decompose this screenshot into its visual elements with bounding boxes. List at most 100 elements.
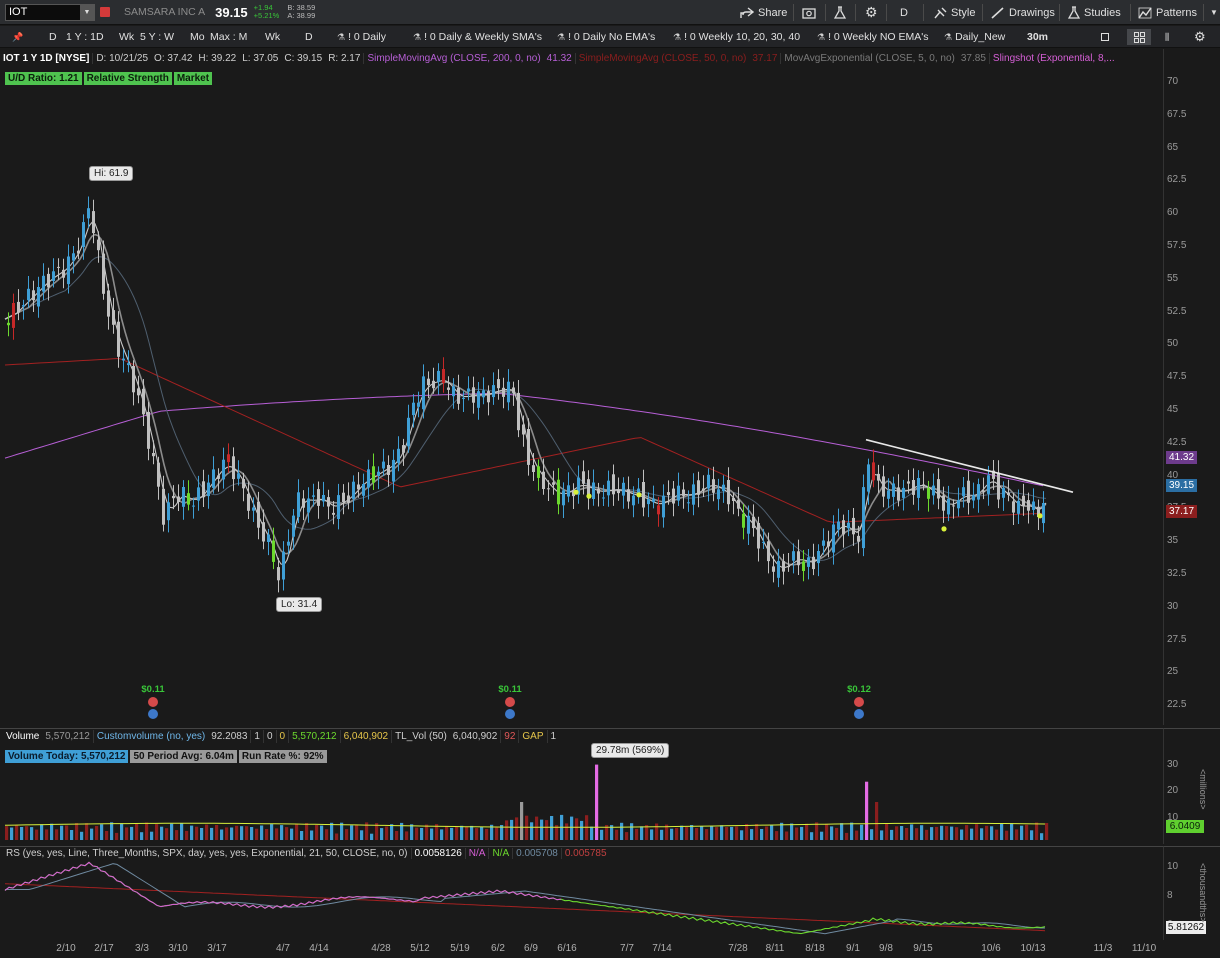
- volume-bar: [660, 829, 664, 840]
- slingshot-label[interactable]: Slingshot (Exponential, 8,...: [990, 53, 1118, 64]
- period-d-button[interactable]: D: [49, 29, 57, 45]
- period-5y-button[interactable]: 5 Y : W: [140, 29, 174, 45]
- volume-bar: [835, 827, 839, 840]
- field-2: 0: [264, 730, 277, 743]
- price-axis[interactable]: 7067.56562.56057.55552.55047.54542.54037…: [1163, 49, 1220, 725]
- time-axis-tick: 5/19: [450, 943, 470, 954]
- volume-bar: [770, 824, 774, 840]
- candle-body: [532, 465, 535, 472]
- volume-bar: [1030, 830, 1034, 840]
- volume-bar: [700, 826, 704, 840]
- flask-button[interactable]: [830, 3, 850, 22]
- candle-body: [537, 466, 540, 478]
- volume-bar: [655, 823, 659, 840]
- market-tag[interactable]: Market: [173, 72, 213, 85]
- volume-bar: [260, 825, 264, 840]
- volume-bar: [205, 824, 209, 840]
- period-1y-button[interactable]: 1 Y : 1D: [66, 29, 104, 45]
- volume-bar: [745, 824, 749, 840]
- volume-bar: [185, 830, 189, 840]
- more-button[interactable]: ▼: [1206, 3, 1220, 22]
- candle-body: [162, 488, 165, 525]
- volume-bar: [885, 823, 889, 840]
- study-set-3[interactable]: ⚗! 0 Weekly 10, 20, 30, 40: [673, 29, 800, 45]
- timeframe-button[interactable]: D: [896, 3, 912, 22]
- period-max-button[interactable]: Max : M: [210, 29, 247, 45]
- price-chart[interactable]: [0, 49, 1163, 725]
- volume-bar: [35, 829, 39, 840]
- candle-body: [857, 535, 860, 542]
- time-axis-tick: 6/16: [557, 943, 577, 954]
- study-set-2[interactable]: ⚗! 0 Daily No EMA's: [557, 29, 655, 45]
- share-button[interactable]: Share: [736, 3, 791, 22]
- study-set-0[interactable]: ⚗! 0 Daily: [337, 29, 386, 45]
- time-axis[interactable]: 2/10 2/17 3/3 3/10 3/17 4/7 4/14 4/28 5/12 5/19 6/…: [0, 940, 1220, 958]
- candle-body: [707, 474, 710, 489]
- price-axis-tick: 65: [1167, 141, 1179, 153]
- rs-axis[interactable]: 10 8 6 5.81262 <thousandths>: [1163, 846, 1220, 940]
- bars-button[interactable]: ⫼: [1165, 29, 1169, 45]
- ema5-label[interactable]: MovAvgExponential (CLOSE, 5, 0, no): [781, 53, 957, 64]
- tl-vol-label[interactable]: TL_Vol (50): [392, 730, 450, 743]
- study-set-1[interactable]: ⚗! 0 Daily & Weekly SMA's: [413, 29, 542, 45]
- rs-label[interactable]: RS (yes, yes, Line, Three_Months, SPX, d…: [3, 848, 412, 859]
- chevron-down-icon[interactable]: ▼: [80, 4, 94, 20]
- grid-icon: [1133, 31, 1145, 43]
- rs-chart[interactable]: [0, 846, 1163, 940]
- customvolume-label[interactable]: Customvolume (no, yes): [94, 730, 208, 743]
- candle-body: [267, 534, 270, 542]
- candle-body: [907, 481, 910, 484]
- gap-label[interactable]: GAP: [519, 730, 548, 743]
- pin-button[interactable]: 📌: [12, 29, 23, 45]
- earnings-marker-2[interactable]: $0.11: [496, 684, 524, 719]
- volume-bar: [120, 823, 124, 840]
- grid-layout-button[interactable]: [1127, 29, 1151, 45]
- candle-body: [37, 287, 40, 307]
- volume-chart-svg[interactable]: [0, 729, 1163, 844]
- patterns-button[interactable]: Patterns: [1134, 3, 1201, 22]
- period-wk2-button[interactable]: Wk: [265, 29, 280, 45]
- drawings-button[interactable]: Drawings: [987, 3, 1059, 22]
- period-wk-button[interactable]: Wk: [119, 29, 134, 45]
- ud-ratio-tag[interactable]: U/D Ratio: 1.21: [5, 72, 82, 85]
- settings-button[interactable]: ⚙: [861, 3, 882, 22]
- price-chart-svg[interactable]: [0, 49, 1163, 725]
- volume-bar: [465, 826, 469, 840]
- study-set-5[interactable]: ⚗ Daily_New: [944, 29, 1005, 45]
- candle-body: [92, 211, 95, 234]
- snapshot-button[interactable]: [798, 3, 820, 22]
- period-d2-button[interactable]: D: [305, 29, 313, 45]
- chart-settings-button[interactable]: ⚙: [1194, 29, 1206, 45]
- symbol-box[interactable]: ▼: [5, 3, 95, 21]
- symbol-input[interactable]: [6, 4, 80, 20]
- style-button[interactable]: Style: [929, 3, 979, 22]
- period-mo-button[interactable]: Mo: [190, 29, 205, 45]
- price-axis-tick: 42.5: [1167, 436, 1187, 448]
- low-value: L: 37.05: [242, 53, 279, 64]
- earnings-marker-3[interactable]: $0.12: [845, 684, 873, 719]
- relative-strength-tag[interactable]: Relative Strength: [83, 72, 172, 85]
- flask-icon: ⚗: [337, 31, 346, 42]
- sma200-label[interactable]: SimpleMovingAvg (CLOSE, 200, 0, no): [364, 53, 543, 64]
- studies-button[interactable]: Studies: [1064, 3, 1125, 22]
- volume-chart[interactable]: [0, 728, 1163, 844]
- style-icon: [934, 7, 947, 18]
- volume-axis[interactable]: 30 20 10 6.0409 <millions>: [1163, 728, 1220, 844]
- flask-icon: ⚗: [817, 31, 826, 42]
- volume-bar: [240, 826, 244, 840]
- candle-body: [947, 498, 950, 515]
- flag-icon[interactable]: [100, 7, 110, 17]
- candle-body: [222, 459, 225, 480]
- candle-body: [842, 520, 845, 535]
- volume-bar: [245, 826, 249, 840]
- sma50-label[interactable]: SimpleMovingAvg (CLOSE, 50, 0, no): [576, 53, 750, 64]
- candle-body: [22, 305, 25, 307]
- study-set-4[interactable]: ⚗! 0 Weekly NO EMA's: [817, 29, 929, 45]
- earnings-marker-1[interactable]: $0.11: [139, 684, 167, 719]
- price-axis-tick: 47.5: [1167, 371, 1187, 383]
- volume-bar: [530, 822, 534, 840]
- interval-30m-button[interactable]: 30m: [1027, 29, 1048, 45]
- rs-chart-svg[interactable]: [0, 847, 1163, 940]
- candle-body: [642, 482, 645, 508]
- single-layout-button[interactable]: [1101, 29, 1109, 45]
